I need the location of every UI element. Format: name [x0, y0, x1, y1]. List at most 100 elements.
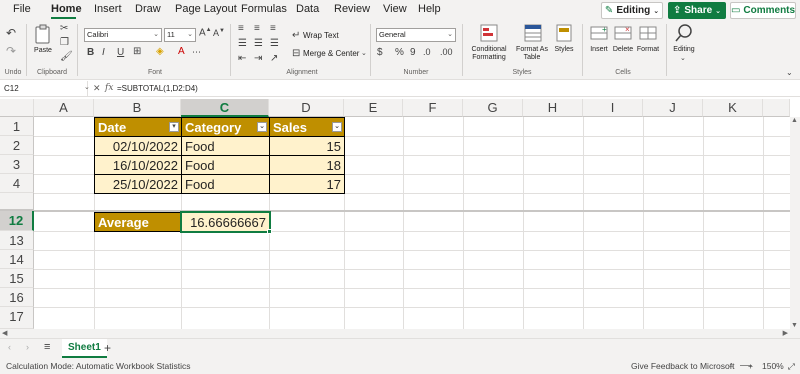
tab-home[interactable]: Home [51, 3, 82, 15]
fill-color-icon[interactable]: ◈ [156, 46, 164, 57]
filter-dropdown-icon[interactable]: ⌄ [257, 122, 267, 132]
comma-button[interactable]: 9 [410, 47, 416, 58]
column-header-f[interactable]: F [403, 99, 463, 117]
align-left-icon[interactable]: ☰ [238, 38, 247, 49]
tab-review[interactable]: Review [334, 3, 370, 15]
decrease-decimal-icon[interactable]: .00 [440, 47, 453, 57]
fill-handle[interactable] [267, 229, 272, 234]
filter-icon[interactable]: ▾ [169, 122, 179, 132]
column-header-d[interactable]: D [269, 99, 344, 117]
table-cell[interactable]: Food [181, 174, 270, 194]
table-cell[interactable]: 18 [269, 155, 345, 175]
borders-icon[interactable]: ⊞ [133, 46, 141, 57]
insert-cells-button[interactable]: Insert [586, 46, 612, 54]
comments-button[interactable]: ▭ Comments [730, 2, 796, 19]
tab-insert[interactable]: Insert [94, 3, 122, 15]
decrease-indent-icon[interactable]: ⇤ [238, 53, 246, 64]
table-cell[interactable]: 15 [269, 136, 345, 156]
column-header-j[interactable]: J [643, 99, 703, 117]
formula-input[interactable]: =SUBTOTAL(1,D2:D4) [117, 84, 198, 93]
table-header-category[interactable]: Category ⌄ [181, 117, 270, 137]
name-box[interactable]: C12 [0, 81, 88, 96]
scroll-up-icon[interactable]: ▲ [791, 117, 798, 124]
copy-icon[interactable]: ❐ [60, 37, 69, 48]
cancel-icon[interactable]: ✕ [93, 83, 101, 94]
zoom-in-button[interactable]: + [748, 361, 753, 371]
editing-button[interactable]: Editing [670, 46, 698, 54]
editing-mode-button[interactable]: ✎ Editing ⌄ [601, 2, 663, 19]
align-bottom-icon[interactable]: ≡ [270, 23, 276, 34]
number-format-select[interactable]: General ⌄ [376, 28, 456, 42]
table-cell[interactable]: 16/10/2022 [94, 155, 182, 175]
tab-help[interactable]: Help [418, 3, 441, 15]
orientation-icon[interactable]: ↗ [270, 53, 278, 64]
column-header-e[interactable]: E [344, 99, 403, 117]
chevron-down-icon[interactable]: ⌄ [680, 54, 686, 62]
column-header-i[interactable]: I [583, 99, 643, 117]
row-header-12[interactable]: 12 [0, 211, 34, 231]
align-right-icon[interactable]: ☰ [270, 38, 279, 49]
collapse-ribbon-icon[interactable]: ⌄ [786, 68, 793, 77]
tab-file[interactable]: File [13, 3, 31, 15]
row-header-1[interactable]: 1 [0, 117, 34, 136]
row-header-17[interactable]: 17 [0, 307, 34, 329]
sheet-tab-sheet1[interactable]: Sheet1 [62, 339, 107, 358]
font-color-icon[interactable]: A [178, 46, 185, 57]
column-header-a[interactable]: A [34, 99, 94, 117]
format-cells-button[interactable]: Format [635, 46, 661, 54]
cell-styles-button[interactable]: Styles [551, 46, 577, 54]
horizontal-scrollbar[interactable]: ◀ ▶ [0, 329, 800, 338]
chevron-down-icon[interactable]: ⌄ [84, 83, 90, 91]
align-top-icon[interactable]: ≡ [238, 23, 244, 34]
tab-draw[interactable]: Draw [135, 3, 161, 15]
align-center-icon[interactable]: ☰ [254, 38, 263, 49]
table-header-sales[interactable]: Sales ⌄ [269, 117, 345, 137]
tab-formulas[interactable]: Formulas [241, 3, 287, 15]
decrease-font-icon[interactable]: A▼ [213, 28, 225, 38]
average-label-cell[interactable]: Average [94, 212, 182, 232]
tab-view[interactable]: View [383, 3, 407, 15]
scroll-left-icon[interactable]: ◀ [2, 329, 7, 337]
bold-button[interactable]: B [87, 47, 94, 58]
row-header-2[interactable]: 2 [0, 136, 34, 155]
fullscreen-icon[interactable]: ⤢ [788, 361, 795, 372]
more-options-icon[interactable]: ⋯ [192, 47, 201, 58]
row-header-14[interactable]: 14 [0, 250, 34, 269]
all-sheets-menu-icon[interactable]: ≡ [44, 341, 50, 353]
scroll-right-icon[interactable]: ▶ [783, 329, 788, 337]
cut-icon[interactable]: ✂ [60, 23, 68, 34]
column-header-b[interactable]: B [94, 99, 181, 117]
conditional-formatting-button[interactable]: Conditional Formatting [466, 46, 512, 62]
font-size-select[interactable]: 11 ⌄ [164, 28, 196, 42]
table-cell[interactable]: Food [181, 136, 270, 156]
workbook-statistics-button[interactable]: Workbook Statistics [116, 361, 190, 371]
row-header-15[interactable]: 15 [0, 269, 34, 288]
format-painter-icon[interactable]: 🖌 [60, 51, 73, 62]
row-header-13[interactable]: 13 [0, 231, 34, 250]
prev-sheet-icon[interactable]: ‹ [8, 342, 11, 352]
zoom-level[interactable]: 150% [762, 361, 784, 371]
underline-button[interactable]: U [117, 47, 124, 58]
merge-center-button[interactable]: Merge & Center [303, 50, 359, 58]
tab-page-layout[interactable]: Page Layout [175, 3, 237, 15]
zoom-out-button[interactable]: − [729, 361, 734, 371]
column-header-g[interactable]: G [463, 99, 523, 117]
increase-font-icon[interactable]: A▲ [199, 27, 212, 38]
undo-icon[interactable]: ↶ [6, 26, 16, 40]
filter-dropdown-icon[interactable]: ⌄ [332, 122, 342, 132]
paste-button[interactable] [33, 24, 53, 46]
feedback-link[interactable]: Give Feedback to Microsoft [631, 361, 734, 371]
table-header-date[interactable]: Date ▾ [94, 117, 182, 137]
percent-button[interactable]: % [395, 47, 404, 58]
column-header-h[interactable]: H [523, 99, 583, 117]
row-header-4[interactable]: 4 [0, 174, 34, 193]
chevron-down-icon[interactable]: ⌄ [361, 49, 367, 57]
table-cell[interactable]: 25/10/2022 [94, 174, 182, 194]
calculation-mode-text[interactable]: Calculation Mode: Automatic [6, 361, 114, 371]
insert-function-button[interactable]: fx [105, 83, 113, 93]
increase-indent-icon[interactable]: ⇥ [254, 53, 262, 64]
font-name-select[interactable]: Calibri ⌄ [84, 28, 162, 42]
table-cell[interactable]: Food [181, 155, 270, 175]
column-header-c[interactable]: C [181, 99, 269, 117]
delete-cells-button[interactable]: Delete [610, 46, 636, 54]
